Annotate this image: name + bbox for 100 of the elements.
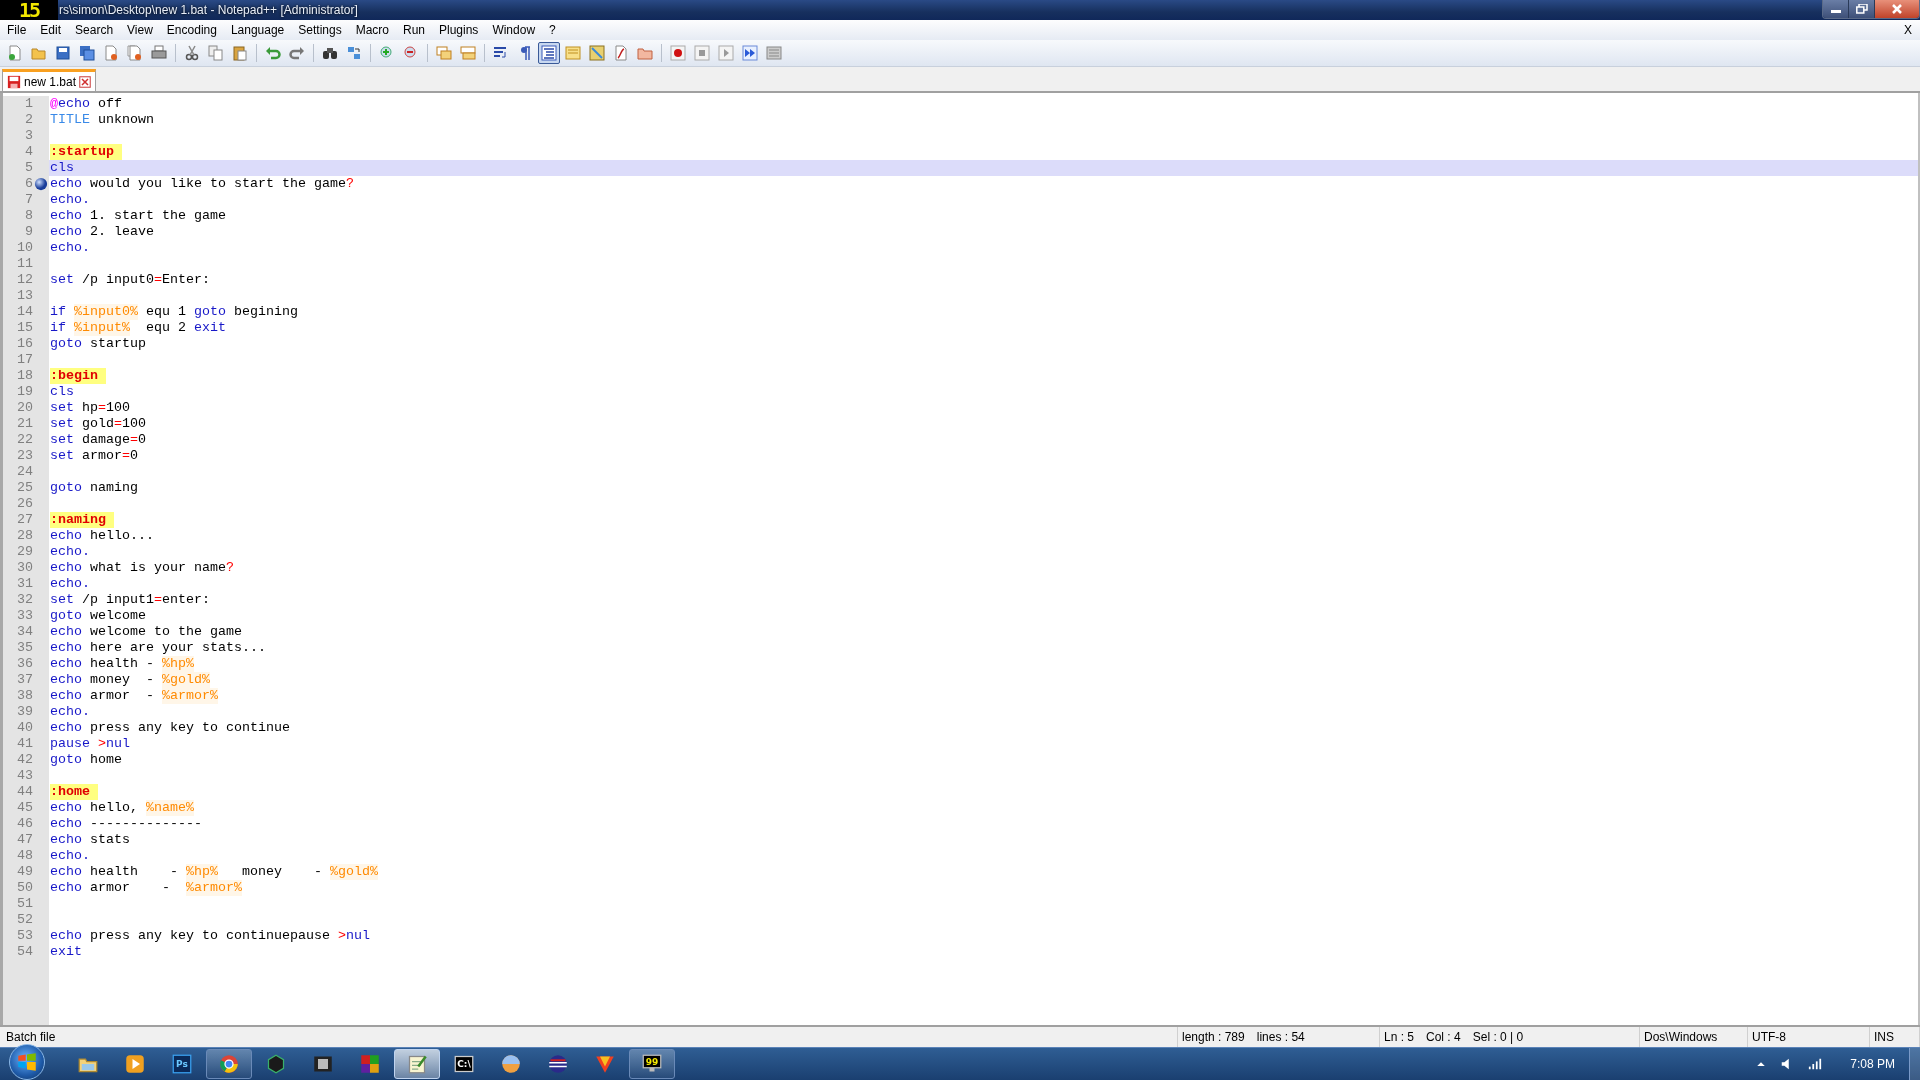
- code-line: set armor=0: [49, 448, 139, 464]
- photo-app-icon: [172, 1054, 192, 1074]
- code-line: echo welcome to the game: [49, 624, 243, 640]
- line-number: 34: [16, 624, 33, 640]
- play-icon[interactable]: [715, 42, 737, 64]
- film-icon: [313, 1054, 333, 1074]
- code-line: :home: [49, 784, 1918, 800]
- close-document-button[interactable]: X: [1896, 23, 1920, 37]
- start-button[interactable]: [9, 1044, 45, 1080]
- menu-item[interactable]: Settings: [291, 23, 349, 37]
- line-number: 45: [16, 800, 33, 816]
- fast-forward-icon[interactable]: [739, 42, 761, 64]
- line-number: 19: [16, 384, 33, 400]
- file-tab[interactable]: new 1.bat: [2, 69, 97, 91]
- windows-logo-icon: [17, 1052, 37, 1072]
- taskbar-button[interactable]: C:\: [441, 1049, 487, 1079]
- line-number: 50: [16, 880, 33, 896]
- line-number: 36: [16, 656, 33, 672]
- menu-item[interactable]: Run: [396, 23, 432, 37]
- menu-item[interactable]: Language: [223, 23, 292, 37]
- code-line: @echo off: [49, 96, 123, 112]
- line-number: 8: [24, 208, 33, 224]
- code-line: echo hello...: [49, 528, 155, 544]
- line-number: 48: [16, 848, 33, 864]
- minimize-button[interactable]: [1823, 0, 1849, 18]
- clock[interactable]: 7:08 PM: [1850, 1057, 1895, 1071]
- code-line: echo health - %hp% money - %gold%: [49, 864, 379, 880]
- taskbar-button[interactable]: [206, 1049, 252, 1079]
- signal-bars-icon[interactable]: [1808, 1057, 1823, 1071]
- fps-counter: 15: [0, 0, 58, 20]
- code-line: :startup: [49, 144, 1918, 160]
- line-number: 20: [16, 400, 33, 416]
- menu-item[interactable]: Edit: [33, 23, 69, 37]
- line-ending: Dos\Windows: [1644, 1030, 1718, 1044]
- code-line: exit: [49, 944, 83, 960]
- window-title: rs\simon\Desktop\new 1.bat - Notepad++ [Administrator]: [59, 3, 358, 17]
- menu-item[interactable]: Window: [485, 23, 543, 37]
- menu-item[interactable]: Plugins: [432, 23, 486, 37]
- line-number: 52: [16, 912, 33, 928]
- record-icon[interactable]: [667, 42, 689, 64]
- line-number: 30: [16, 560, 33, 576]
- close-button[interactable]: [1875, 0, 1919, 18]
- line-number: 54: [16, 944, 33, 960]
- line-number: 12: [16, 272, 33, 288]
- line-number: 13: [16, 288, 33, 304]
- line-number: 21: [16, 416, 33, 432]
- taskbar-button[interactable]: 99: [629, 1049, 675, 1079]
- console-icon: [454, 1054, 474, 1074]
- line-number: 31: [16, 576, 33, 592]
- line-number: 49: [16, 864, 33, 880]
- code-line: echo press any key to continuepause >nul: [49, 928, 371, 944]
- code-line: echo armor - %armor%: [49, 880, 243, 896]
- line-number: 43: [16, 768, 33, 784]
- code-line: echo.: [49, 192, 91, 208]
- menu-item[interactable]: ?: [542, 23, 563, 37]
- code-line: echo press any key to continue: [49, 720, 291, 736]
- document-map-icon[interactable]: [586, 42, 608, 64]
- line-number: 24: [16, 464, 33, 480]
- code-line: echo money - %gold%: [49, 672, 211, 688]
- line-number: 11: [16, 256, 33, 272]
- line-number: 46: [16, 816, 33, 832]
- menu-item[interactable]: Search: [68, 23, 121, 37]
- line-number: 9: [24, 224, 33, 240]
- code-line: echo would you like to start the game?: [49, 176, 355, 192]
- code-line: if %input% equ 2 exit: [49, 320, 227, 336]
- code-line: echo 2. leave: [49, 224, 155, 240]
- media-player-icon: [125, 1054, 145, 1074]
- line-number: 33: [16, 608, 33, 624]
- cursor-column: Col : 4: [1426, 1030, 1461, 1044]
- app-icon-label: C:\: [457, 1059, 471, 1069]
- sphere-icon: [501, 1054, 521, 1074]
- code-line: goto naming: [49, 480, 139, 496]
- encoding: UTF-8: [1752, 1030, 1786, 1044]
- restore-button[interactable]: [1849, 0, 1875, 18]
- menu-item[interactable]: Macro: [348, 23, 396, 37]
- close-icon[interactable]: [79, 75, 92, 88]
- striped-ball-icon: [548, 1054, 568, 1074]
- menu-item[interactable]: Encoding: [159, 23, 224, 37]
- code-line: goto home: [49, 752, 123, 768]
- taskbar-button[interactable]: Ps: [159, 1049, 205, 1079]
- menu-item[interactable]: View: [120, 23, 160, 37]
- code-line: set hp=100: [49, 400, 131, 416]
- menu-item[interactable]: File: [0, 23, 34, 37]
- stop-icon[interactable]: [691, 42, 713, 64]
- line-number: 22: [16, 432, 33, 448]
- line-number: 7: [24, 192, 33, 208]
- code-line: :begin: [49, 368, 1918, 384]
- indent-guide-icon[interactable]: [538, 42, 560, 64]
- code-line: echo.: [49, 576, 91, 592]
- code-line: echo --------------: [49, 816, 203, 832]
- code-line: if %input0% equ 1 goto begining: [49, 304, 299, 320]
- line-number: 10: [16, 240, 33, 256]
- line-number: 27: [16, 512, 33, 528]
- line-number: 16: [16, 336, 33, 352]
- line-number: 3: [24, 128, 33, 144]
- line-number: 23: [16, 448, 33, 464]
- document-length: length : 789: [1182, 1030, 1245, 1044]
- code-line: set gold=100: [49, 416, 147, 432]
- file-type: Batch file: [6, 1030, 56, 1044]
- line-number: 18: [16, 368, 33, 384]
